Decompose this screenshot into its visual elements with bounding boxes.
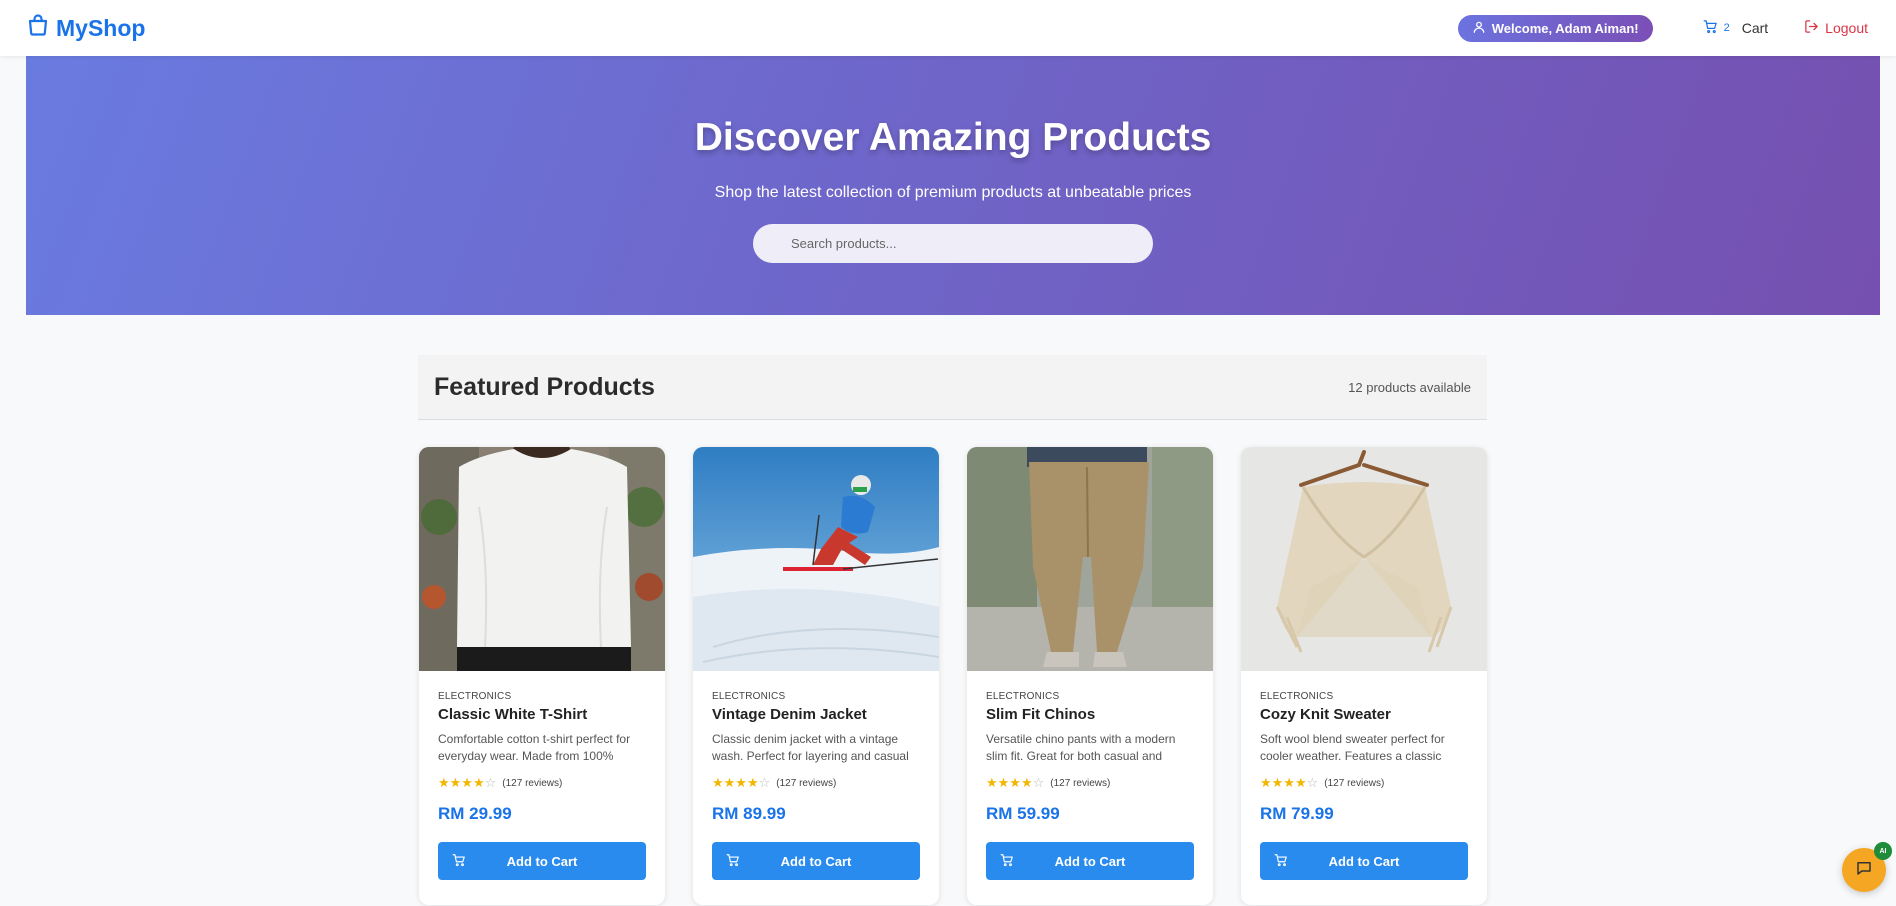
review-count: (127 reviews) xyxy=(1324,777,1385,789)
product-card[interactable]: ELECTRONICS Cozy Knit Sweater Soft wool … xyxy=(1241,447,1487,905)
add-to-cart-button[interactable]: Add to Cart xyxy=(438,842,646,880)
welcome-text: Welcome, Adam Aiman! xyxy=(1491,20,1639,36)
featured-products-header: Featured Products 12 products available xyxy=(418,355,1487,420)
product-rating: ★★★★☆ (127 reviews) xyxy=(986,775,1194,791)
search-input[interactable] xyxy=(753,224,1153,263)
add-to-cart-button[interactable]: Add to Cart xyxy=(712,842,920,880)
shopping-bag-icon xyxy=(26,13,50,43)
hero-title: Discover Amazing Products xyxy=(694,116,1212,159)
product-price: RM 79.99 xyxy=(1260,804,1334,823)
navbar: MyShop Welcome, Adam Aiman! 2 Cart Logou… xyxy=(0,0,1896,56)
review-count: (127 reviews) xyxy=(502,777,563,789)
logout-link[interactable]: Logout xyxy=(1804,19,1868,37)
product-name[interactable]: Cozy Knit Sweater xyxy=(1260,706,1468,723)
cart-label: Cart xyxy=(1741,20,1769,36)
product-card[interactable]: ELECTRONICS Vintage Denim Jacket Classic… xyxy=(693,447,939,905)
add-to-cart-label: Add to Cart xyxy=(1054,853,1126,869)
product-description: Versatile chino pants with a modern slim… xyxy=(986,732,1176,763)
add-to-cart-button[interactable]: Add to Cart xyxy=(1260,842,1468,880)
cart-icon xyxy=(1274,854,1287,867)
product-image[interactable] xyxy=(419,447,665,671)
star-rating-icon: ★★★★☆ xyxy=(986,775,1045,790)
add-to-cart-label: Add to Cart xyxy=(1328,853,1400,869)
cart-icon xyxy=(1703,19,1718,37)
cart-icon xyxy=(1000,854,1013,867)
add-to-cart-label: Add to Cart xyxy=(780,853,852,869)
section-title: Featured Products xyxy=(434,372,655,401)
review-count: (127 reviews) xyxy=(776,777,837,789)
logout-label: Logout xyxy=(1825,20,1868,36)
cart-icon xyxy=(726,854,739,867)
product-description: Comfortable cotton t-shirt perfect for e… xyxy=(438,732,631,763)
cart-link[interactable]: 2 Cart xyxy=(1703,19,1769,37)
product-category: ELECTRONICS xyxy=(438,691,512,702)
product-grid: ELECTRONICS Classic White T-Shirt Comfor… xyxy=(419,447,1487,905)
product-image[interactable] xyxy=(1241,447,1487,671)
product-name[interactable]: Slim Fit Chinos xyxy=(986,706,1194,723)
product-rating: ★★★★☆ (127 reviews) xyxy=(1260,775,1468,791)
user-welcome-badge[interactable]: Welcome, Adam Aiman! xyxy=(1457,14,1653,42)
star-rating-icon: ★★★★☆ xyxy=(712,775,771,790)
product-rating: ★★★★☆ (127 reviews) xyxy=(712,775,920,791)
cart-count-badge: 2 xyxy=(1723,22,1730,34)
add-to-cart-button[interactable]: Add to Cart xyxy=(986,842,1194,880)
product-price: RM 59.99 xyxy=(986,804,1060,823)
product-category: ELECTRONICS xyxy=(712,691,786,702)
product-description: Soft wool blend sweater perfect for cool… xyxy=(1260,732,1445,763)
review-count: (127 reviews) xyxy=(1050,777,1111,789)
product-image[interactable] xyxy=(967,447,1213,671)
product-category: ELECTRONICS xyxy=(1260,691,1334,702)
user-icon xyxy=(1472,20,1486,37)
chat-bubble-icon xyxy=(1855,859,1873,882)
product-card[interactable]: ELECTRONICS Slim Fit Chinos Versatile ch… xyxy=(967,447,1213,905)
cart-icon xyxy=(452,854,465,867)
nav-actions: Welcome, Adam Aiman! 2 Cart Logout xyxy=(1457,14,1870,42)
product-price: RM 29.99 xyxy=(438,804,512,823)
product-category: ELECTRONICS xyxy=(986,691,1060,702)
product-name[interactable]: Classic White T-Shirt xyxy=(438,706,646,723)
product-price: RM 89.99 xyxy=(712,804,786,823)
ai-badge: AI xyxy=(1874,842,1892,860)
brand-logo[interactable]: MyShop xyxy=(26,13,145,43)
product-name[interactable]: Vintage Denim Jacket xyxy=(712,706,920,723)
product-image[interactable] xyxy=(693,447,939,671)
brand-name: MyShop xyxy=(56,14,146,41)
product-description: Classic denim jacket with a vintage wash… xyxy=(712,732,909,763)
products-count: 12 products available xyxy=(1348,379,1471,395)
product-rating: ★★★★☆ (127 reviews) xyxy=(438,775,646,791)
star-rating-icon: ★★★★☆ xyxy=(1260,775,1319,790)
product-card[interactable]: ELECTRONICS Classic White T-Shirt Comfor… xyxy=(419,447,665,905)
hero-banner: Discover Amazing Products Shop the lates… xyxy=(26,56,1880,315)
star-rating-icon: ★★★★☆ xyxy=(438,775,497,790)
hero-subtitle: Shop the latest collection of premium pr… xyxy=(714,184,1192,201)
add-to-cart-label: Add to Cart xyxy=(506,853,578,869)
logout-icon xyxy=(1804,19,1819,37)
